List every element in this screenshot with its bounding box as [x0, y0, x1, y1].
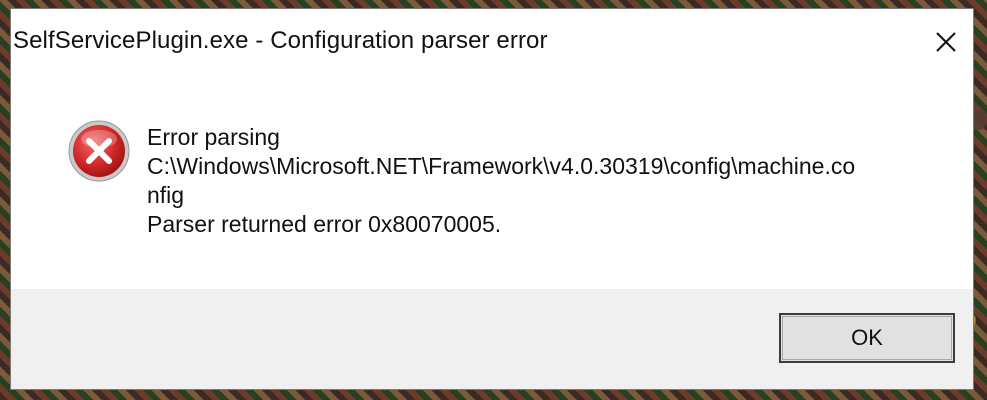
- dialog-title: SelfServicePlugin.exe - Configuration pa…: [13, 27, 548, 54]
- error-message: Error parsing C:\Windows\Microsoft.NET\F…: [147, 123, 907, 239]
- close-button[interactable]: [919, 19, 973, 65]
- message-line-1: Error parsing: [147, 124, 280, 150]
- close-icon: [936, 32, 956, 52]
- dialog-footer: OK: [11, 289, 973, 389]
- message-line-3: nfig: [147, 182, 185, 208]
- message-line-2: C:\Windows\Microsoft.NET\Framework\v4.0.…: [147, 153, 856, 179]
- error-dialog: SelfServicePlugin.exe - Configuration pa…: [10, 8, 974, 390]
- dialog-titlebar[interactable]: SelfServicePlugin.exe - Configuration pa…: [11, 9, 973, 75]
- error-icon: [68, 120, 130, 182]
- message-line-4: Parser returned error 0x80070005.: [147, 211, 502, 237]
- ok-button[interactable]: OK: [779, 313, 955, 363]
- dialog-content: Error parsing C:\Windows\Microsoft.NET\F…: [11, 75, 973, 289]
